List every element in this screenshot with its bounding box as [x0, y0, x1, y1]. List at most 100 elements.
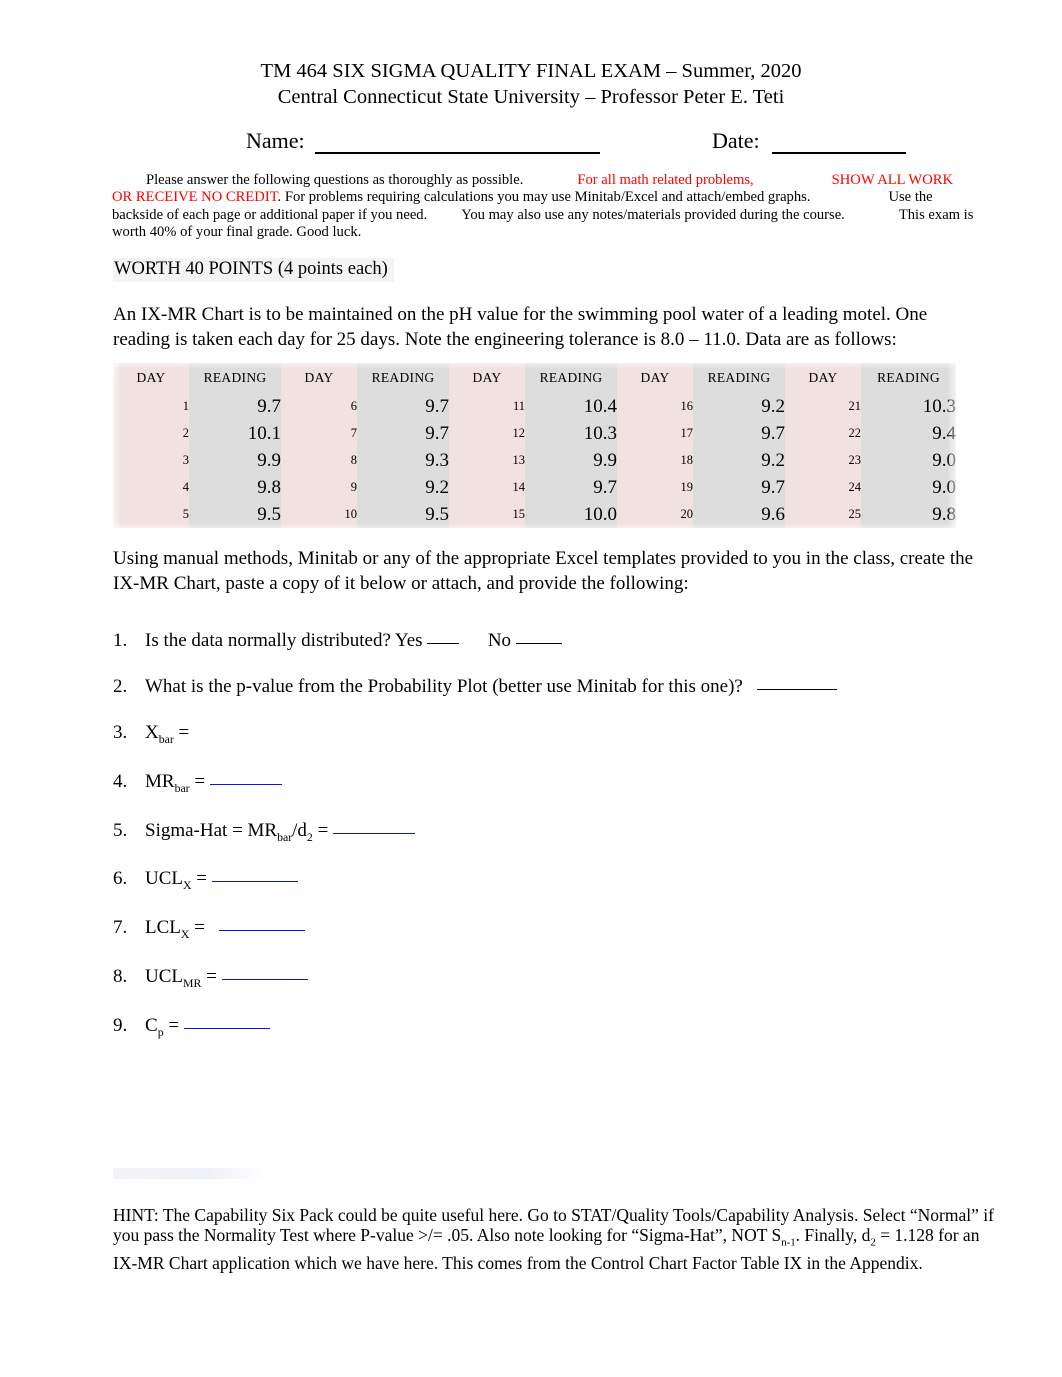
cell-reading: 10.1: [247, 422, 281, 444]
cell-day: 23: [848, 453, 862, 467]
column-header-reading-1: READING: [203, 370, 267, 385]
cell-reading: 9.2: [761, 395, 785, 417]
question-2-number: 2.: [113, 676, 128, 697]
question-5-answer-rule[interactable]: [333, 832, 416, 834]
page-title: TM 464 SIX SIGMA QUALITY FINAL EXAM – Su…: [0, 58, 1062, 110]
cell-day: 3: [182, 453, 189, 467]
cell-day: 1: [182, 399, 189, 413]
question-4: 4. MRbar =: [113, 771, 993, 796]
instruction-seg-8: Good luck.: [296, 224, 362, 241]
cell-day: 21: [848, 399, 862, 413]
question-4-answer-rule[interactable]: [209, 783, 282, 785]
table-row: 3 9.9 8 9.3 13 9.9 18 9.2 23 9.0: [113, 447, 956, 474]
question-6-symbol: UCL: [145, 868, 183, 890]
question-3-equals: =: [173, 722, 190, 743]
instruction-seg-2-red: For all math related problems,: [577, 172, 754, 188]
question-6-answer-rule[interactable]: [211, 881, 298, 883]
question-9-symbol: C: [145, 1014, 158, 1036]
name-label: Name:: [246, 128, 305, 153]
cell-day: 18: [680, 453, 694, 467]
title-line-2: Central Connecticut State University – P…: [277, 86, 785, 108]
title-line-1: TM 464 SIX SIGMA QUALITY FINAL EXAM – Su…: [260, 60, 802, 82]
cell-day: 5: [182, 507, 189, 521]
cell-day: 2: [182, 426, 189, 440]
date-input-rule[interactable]: [772, 152, 906, 154]
ph-readings-table-wrapper: DAY READING DAY READING DAY READING DAY …: [108, 357, 961, 535]
cell-reading: 9.9: [257, 449, 281, 471]
cell-day: 24: [848, 480, 862, 494]
question-1-number: 1.: [113, 630, 128, 651]
column-header-day-4: DAY: [640, 370, 670, 385]
hint-subscript-n-minus-1: n-1: [781, 1236, 796, 1249]
question-7: 7. LCLX =: [113, 917, 993, 942]
instructions-paragraph-after-table: Using manual methods, Minitab or any of …: [113, 548, 974, 594]
question-3-symbol: X: [145, 722, 159, 743]
question-1-yes-rule[interactable]: [427, 643, 460, 644]
cell-day: 19: [680, 480, 694, 494]
question-5: 5. Sigma-Hat = MRbar/d2 =: [113, 820, 993, 845]
question-8-number: 8.: [113, 965, 128, 987]
name-input-rule[interactable]: [315, 152, 600, 154]
table-row: 4 9.8 9 9.2 14 9.7 19 9.7 24 9.0: [113, 474, 956, 501]
cell-day: 7: [350, 426, 357, 440]
table-row: 1 9.7 6 9.7 11 10.4 16 9.2 21 10.3: [113, 393, 956, 420]
cell-reading: 9.0: [932, 449, 956, 471]
question-2-answer-rule[interactable]: [757, 689, 838, 690]
question-1-text-b: No: [487, 630, 512, 651]
cell-reading: 9.8: [257, 476, 281, 498]
cell-day: 20: [680, 507, 694, 521]
cell-reading: 9.6: [761, 503, 785, 525]
question-8-answer-rule[interactable]: [221, 978, 308, 980]
cell-day: 22: [848, 426, 862, 440]
column-header-reading-4: READING: [707, 370, 771, 385]
question-8-equals: =: [201, 965, 217, 987]
cell-day: 4: [182, 480, 189, 494]
cell-reading: 10.3: [583, 422, 617, 444]
hint-paragraph: HINT: The Capability Six Pack could be q…: [113, 1205, 1003, 1273]
question-5-equals: =: [312, 819, 329, 841]
cell-reading: 10.0: [583, 503, 617, 525]
column-header-day-2: DAY: [304, 370, 334, 385]
name-date-row: Name: Date:: [0, 128, 1062, 158]
column-header-day-3: DAY: [472, 370, 502, 385]
question-1: 1. Is the data normally distributed? Yes…: [113, 630, 993, 652]
cell-day: 17: [680, 426, 694, 440]
column-header-day-5: DAY: [808, 370, 838, 385]
cell-reading: 9.7: [761, 476, 785, 498]
question-2: 2. What is the p-value from the Probabil…: [113, 676, 993, 698]
question-3-number: 3.: [113, 722, 128, 743]
question-9-answer-rule[interactable]: [183, 1027, 270, 1029]
question-4-subscript: bar: [174, 781, 190, 795]
cell-day: 11: [512, 399, 525, 413]
cell-reading: 10.3: [922, 395, 956, 417]
cell-day: 12: [512, 426, 526, 440]
intro-paragraph: An IX-MR Chart is to be maintained on th…: [113, 304, 928, 350]
question-5-number: 5.: [113, 819, 128, 841]
column-header-reading-3: READING: [539, 370, 603, 385]
question-3-subscript: bar: [158, 732, 174, 746]
question-8-symbol: UCL: [145, 965, 183, 987]
table-row: 2 10.1 7 9.7 12 10.3 17 9.7 22 9.4: [113, 420, 956, 447]
cell-reading: 9.2: [761, 449, 785, 471]
cell-day: 15: [512, 507, 526, 521]
question-7-answer-rule[interactable]: [219, 930, 306, 932]
question-5-text-mid: /d: [292, 819, 307, 841]
question-6-subscript: X: [183, 879, 192, 893]
question-1-no-rule[interactable]: [515, 643, 562, 644]
table-header-row: DAY READING DAY READING DAY READING DAY …: [113, 363, 956, 393]
date-label: Date:: [712, 128, 760, 153]
cell-day: 10: [344, 507, 358, 521]
exam-page: TM 464 SIX SIGMA QUALITY FINAL EXAM – Su…: [0, 0, 1062, 1377]
question-1-text-a: Is the data normally distributed? Yes: [145, 630, 423, 651]
cell-reading: 9.7: [425, 422, 449, 444]
question-4-number: 4.: [113, 770, 128, 792]
cell-reading: 9.0: [932, 476, 956, 498]
cell-day: 9: [350, 480, 357, 494]
ph-readings-table: DAY READING DAY READING DAY READING DAY …: [113, 363, 956, 528]
instruction-seg-6: You may also use any notes/materials pro…: [461, 206, 845, 223]
question-8: 8. UCLMR =: [113, 966, 993, 991]
question-9-number: 9.: [113, 1014, 128, 1036]
question-9-equals: =: [163, 1014, 180, 1036]
cell-reading: 9.7: [593, 476, 617, 498]
cell-day: 13: [512, 453, 526, 467]
